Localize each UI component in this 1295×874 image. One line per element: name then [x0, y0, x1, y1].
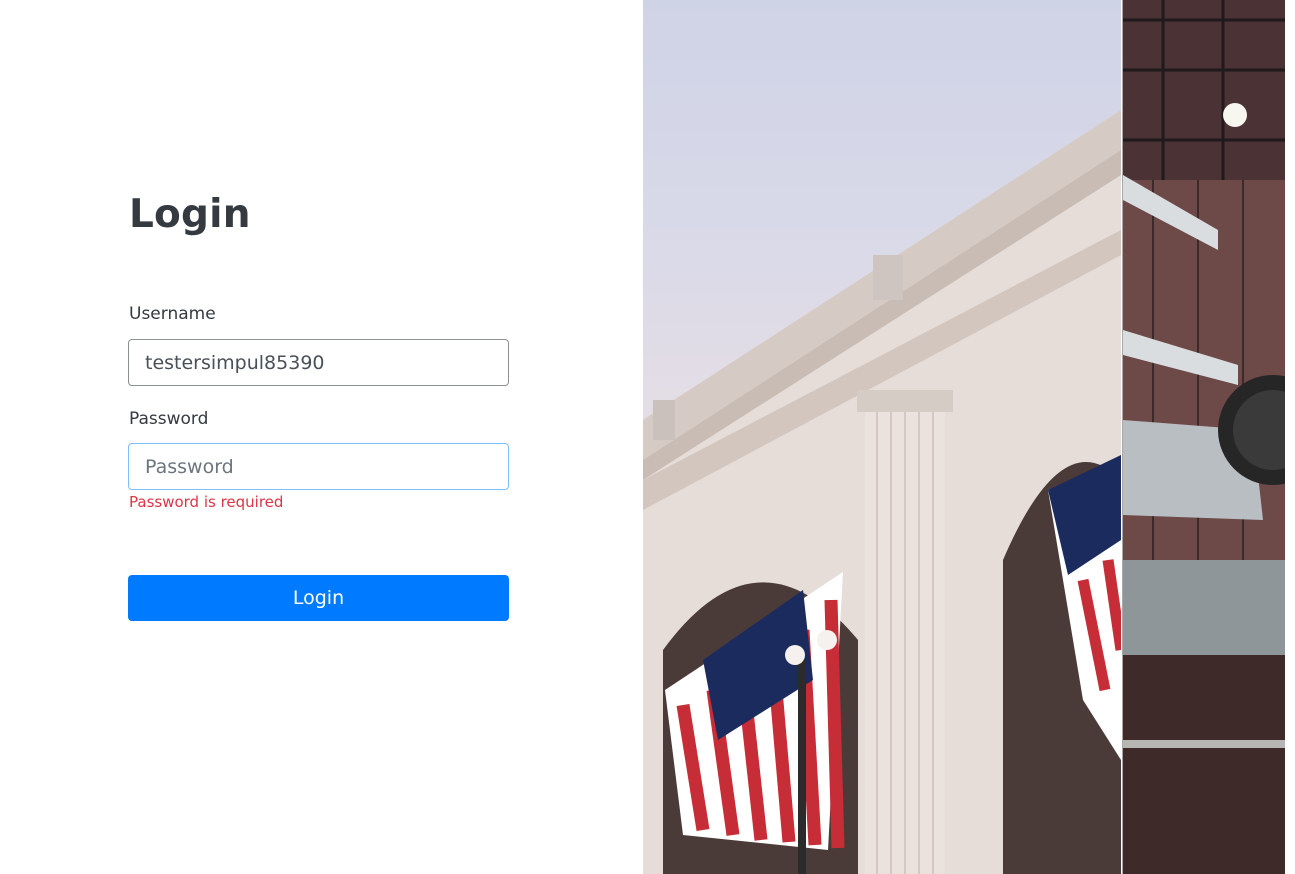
right-gutter: [1285, 0, 1295, 874]
hero-illustration: [643, 110, 1121, 874]
login-button[interactable]: Login: [128, 575, 509, 621]
aircraft-hangar-image: [1122, 0, 1285, 874]
login-page: Login Username Password Password is requ…: [0, 0, 1295, 874]
password-input[interactable]: [128, 443, 509, 490]
hangar-illustration: [1123, 0, 1285, 874]
login-form-panel: Login Username Password Password is requ…: [0, 0, 643, 874]
page-title: Login: [129, 192, 251, 237]
password-label: Password: [129, 409, 209, 429]
username-input[interactable]: [128, 339, 509, 386]
union-station-flags-image: [643, 0, 1121, 874]
password-error-message: Password is required: [129, 493, 284, 511]
username-label: Username: [129, 304, 216, 324]
